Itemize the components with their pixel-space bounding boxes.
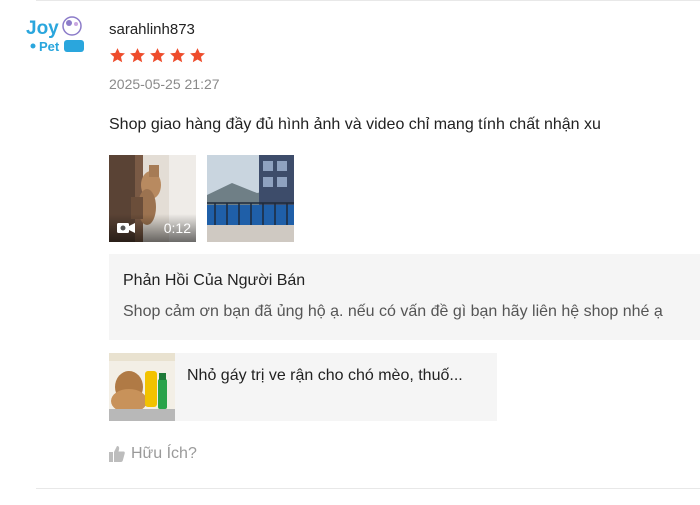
- star-icon: [130, 48, 145, 63]
- product-name: Nhỏ gáy trị ve rận cho chó mèo, thuố...: [187, 367, 463, 384]
- review-image-thumbnail[interactable]: [207, 155, 294, 242]
- logo-joy-text: Joy: [26, 18, 59, 39]
- review-text: Shop giao hàng đầy đủ hình ảnh và video …: [109, 116, 601, 133]
- top-divider: [36, 0, 700, 1]
- star-icon: [150, 48, 165, 63]
- product-image: [109, 353, 175, 421]
- helpful-button[interactable]: Hữu Ích?: [109, 445, 197, 463]
- thumbs-up-icon: [109, 446, 125, 462]
- seller-reply-title: Phản Hồi Của Người Bán: [123, 272, 306, 289]
- review-video-thumbnail[interactable]: 0:12: [109, 155, 196, 242]
- review-datetime: 2025-05-25 21:27: [109, 76, 220, 92]
- reviewer-username[interactable]: sarahlinh873: [109, 21, 195, 38]
- product-thumbnail: [109, 353, 175, 421]
- video-duration: 0:12: [163, 220, 191, 236]
- product-card[interactable]: Nhỏ gáy trị ve rận cho chó mèo, thuố...: [109, 353, 497, 421]
- seller-reply-text: Shop cảm ơn bạn đã ủng hộ ạ. nếu có vấn …: [123, 303, 663, 320]
- bottom-divider: [36, 488, 700, 489]
- joy-pet-logo: Joy Pet: [26, 16, 84, 54]
- star-icon: [190, 48, 205, 63]
- video-camera-icon: [117, 223, 135, 233]
- review-photo: [207, 155, 294, 242]
- seller-reply-box: Phản Hồi Của Người Bán Shop cảm ơn bạn đ…: [109, 254, 700, 340]
- star-icon: [110, 48, 125, 63]
- star-icon: [170, 48, 185, 63]
- rating-stars: [109, 47, 206, 64]
- avatar[interactable]: Joy Pet: [24, 14, 94, 56]
- logo-pet-text: Pet: [39, 39, 60, 54]
- helpful-label: Hữu Ích?: [131, 445, 197, 462]
